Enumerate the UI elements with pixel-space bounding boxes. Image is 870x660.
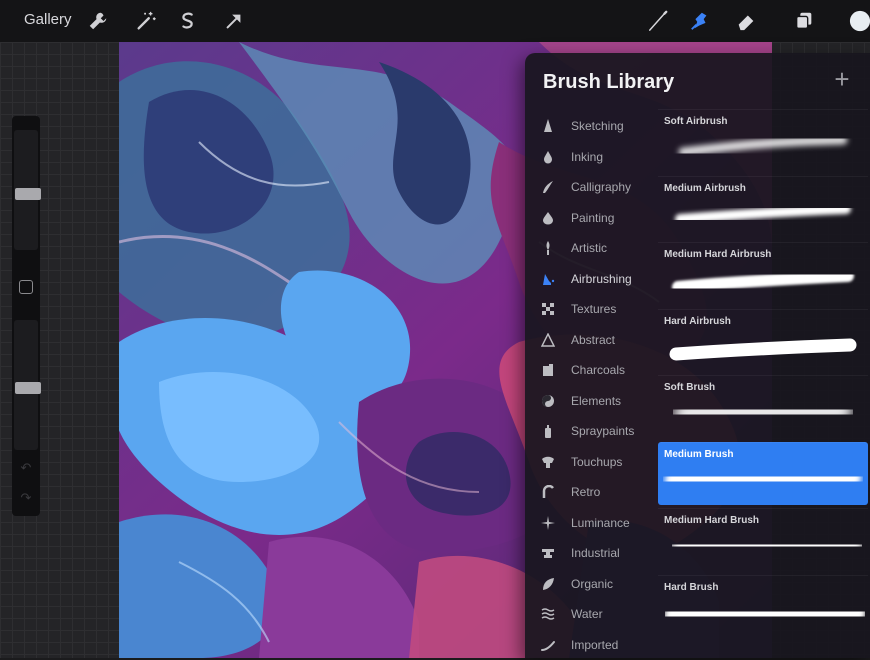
category-water[interactable]: Water [525,599,658,629]
pencil-tip-icon [539,117,557,135]
category-spraypaints[interactable]: Spraypaints [525,416,658,446]
color-swatch[interactable] [848,9,870,33]
category-touchups[interactable]: Touchups [525,447,658,477]
selection-icon[interactable] [176,9,200,33]
paint-drop-icon [539,209,557,227]
gallery-button[interactable]: Gallery [24,11,72,28]
brush-item-soft-brush[interactable]: Soft Brush [658,375,868,438]
charcoal-icon [539,361,557,379]
texture-icon [539,300,557,318]
smudge-icon[interactable] [688,9,712,33]
category-airbrushing[interactable]: Airbrushing [525,264,658,294]
undo-icon[interactable]: ↶ [18,460,34,476]
waves-icon [539,605,557,623]
brush-item-medium-hard-brush[interactable]: Medium Hard Brush [658,508,868,571]
category-abstract[interactable]: Abstract [525,325,658,355]
yin-yang-icon [539,392,557,410]
top-toolbar: Gallery [0,0,870,42]
layers-icon[interactable] [792,9,816,33]
modify-button[interactable] [19,280,33,294]
touchup-icon [539,453,557,471]
redo-icon[interactable]: ↷ [18,490,34,506]
category-luminance[interactable]: Luminance [525,508,658,538]
category-inking[interactable]: Inking [525,142,658,172]
opacity-handle[interactable] [15,382,41,394]
add-brush-button[interactable]: + [829,66,855,92]
category-elements[interactable]: Elements [525,386,658,416]
category-organic[interactable]: Organic [525,569,658,599]
category-industrial[interactable]: Industrial [525,538,658,568]
panel-title: Brush Library [543,71,675,93]
artistic-brush-icon [539,239,557,257]
wrench-icon[interactable] [86,9,110,33]
anvil-icon [539,544,557,562]
spray-can-icon [539,422,557,440]
brush-size-slider[interactable] [14,130,41,250]
brush-icon[interactable] [646,9,670,33]
category-artistic[interactable]: Artistic [525,233,658,263]
category-imported[interactable]: Imported [525,630,658,660]
leaf-icon [539,575,557,593]
category-calligraphy[interactable]: Calligraphy [525,172,658,202]
eraser-icon[interactable] [734,9,758,33]
category-charcoals[interactable]: Charcoals [525,355,658,385]
ink-drop-icon [539,148,557,166]
sparkle-icon [539,514,557,532]
brush-item-hard-airbrush[interactable]: Hard Airbrush [658,308,868,372]
brush-item-medium-hard-airbrush[interactable]: Medium Hard Airbrush [658,242,868,305]
category-retro[interactable]: Retro [525,477,658,507]
calligraphy-icon [539,178,557,196]
brush-item-soft-airbrush[interactable]: Soft Airbrush [658,109,868,172]
triangle-icon [539,331,557,349]
airbrush-icon [539,270,557,288]
retro-icon [539,483,557,501]
brush-item-medium-brush[interactable]: Medium Brush [658,441,868,505]
brush-item-hard-brush[interactable]: Hard Brush [658,574,868,638]
left-sidebar: ↶ ↷ [12,116,41,516]
transform-icon[interactable] [222,9,246,33]
opacity-slider[interactable] [14,320,41,450]
category-painting[interactable]: Painting [525,203,658,233]
category-textures[interactable]: Textures [525,294,658,324]
brush-item-medium-airbrush[interactable]: Medium Airbrush [658,175,868,239]
brush-size-handle[interactable] [15,188,41,200]
brush-library-panel: Brush Library + Sketching Inking Calligr… [525,53,870,658]
imported-icon [539,636,557,654]
magic-wand-icon[interactable] [134,9,158,33]
category-sketching[interactable]: Sketching [525,111,658,141]
